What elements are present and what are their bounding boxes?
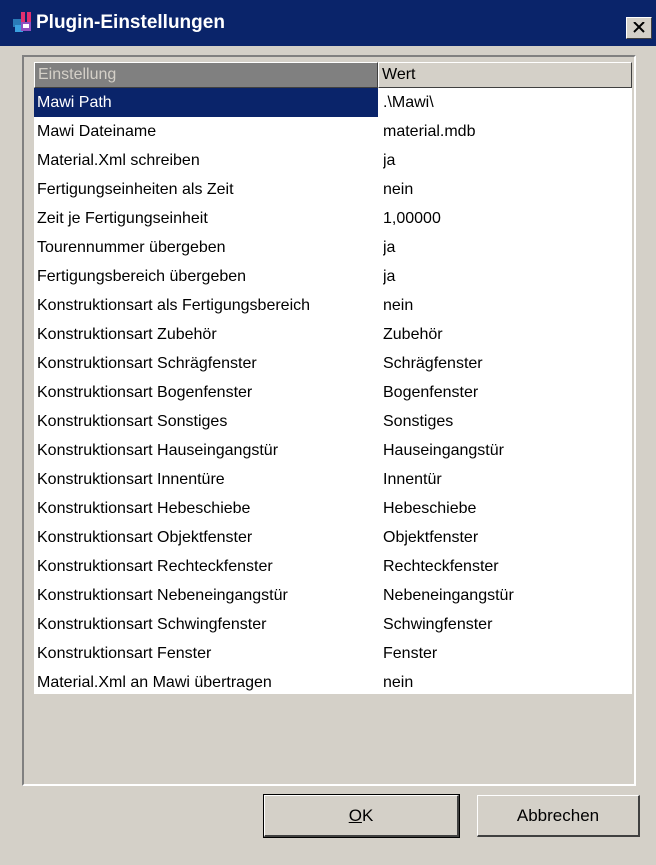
table-row[interactable]: Konstruktionsart Fenster Fenster bbox=[34, 639, 632, 668]
setting-name-cell[interactable]: Mawi Path bbox=[34, 88, 378, 117]
setting-name-cell[interactable]: Zeit je Fertigungseinheit bbox=[37, 204, 375, 233]
table-row[interactable]: Fertigungsbereich übergeben ja bbox=[34, 262, 632, 291]
setting-value-cell[interactable]: material.mdb bbox=[383, 117, 629, 146]
grid-rows: Mawi Path .\Mawi\ Mawi Dateiname material.m… bbox=[34, 88, 632, 697]
setting-name-cell[interactable]: Konstruktionsart Hebeschiebe bbox=[37, 494, 375, 523]
setting-name-cell[interactable]: Konstruktionsart Sonstiges bbox=[37, 407, 375, 436]
table-row[interactable]: Konstruktionsart Sonstiges Sonstiges bbox=[34, 407, 632, 436]
close-button[interactable] bbox=[626, 17, 652, 39]
table-row[interactable]: Konstruktionsart Schwingfenster Schwingfe… bbox=[34, 610, 632, 639]
table-row[interactable]: Material.Xml an Mawi übertragen nein bbox=[34, 668, 632, 697]
setting-value-cell[interactable]: Bogenfenster bbox=[383, 378, 629, 407]
setting-value-cell[interactable]: 1,00000 bbox=[383, 204, 629, 233]
setting-value-cell[interactable]: nein bbox=[383, 175, 629, 204]
plugin-app-icon bbox=[13, 12, 31, 32]
setting-value-cell[interactable]: Hauseingangstür bbox=[383, 436, 629, 465]
setting-name-cell[interactable]: Konstruktionsart Schwingfenster bbox=[37, 610, 375, 639]
setting-name-cell[interactable]: Material.Xml an Mawi übertragen bbox=[37, 668, 375, 697]
ok-mnemonic: O bbox=[348, 806, 362, 825]
setting-name-cell[interactable]: Konstruktionsart Schrägfenster bbox=[37, 349, 375, 378]
table-row[interactable]: Konstruktionsart Hebeschiebe Hebeschiebe bbox=[34, 494, 632, 523]
table-row[interactable]: Konstruktionsart Objektfenster Objektfens… bbox=[34, 523, 632, 552]
setting-name-cell[interactable]: Mawi Dateiname bbox=[37, 117, 375, 146]
setting-value-cell[interactable]: Innentür bbox=[383, 465, 629, 494]
setting-value-cell[interactable]: Hebeschiebe bbox=[383, 494, 629, 523]
close-x-icon bbox=[633, 22, 645, 33]
setting-name-cell[interactable]: Material.Xml schreiben bbox=[37, 146, 375, 175]
setting-value-cell[interactable]: ja bbox=[383, 233, 629, 262]
table-row[interactable]: Mawi Path .\Mawi\ bbox=[34, 88, 632, 117]
setting-name-cell[interactable]: Fertigungseinheiten als Zeit bbox=[37, 175, 375, 204]
setting-value-cell[interactable]: .\Mawi\ bbox=[383, 88, 629, 117]
setting-value-cell[interactable]: Schwingfenster bbox=[383, 610, 629, 639]
setting-name-cell[interactable]: Fertigungsbereich übergeben bbox=[37, 262, 375, 291]
setting-name-cell[interactable]: Konstruktionsart Nebeneingangstür bbox=[37, 581, 375, 610]
setting-value-cell[interactable]: Objektfenster bbox=[383, 523, 629, 552]
table-row[interactable]: Fertigungseinheiten als Zeit nein bbox=[34, 175, 632, 204]
setting-name-cell[interactable]: Konstruktionsart Fenster bbox=[37, 639, 375, 668]
column-header-setting[interactable]: Einstellung bbox=[34, 62, 378, 88]
table-row[interactable]: Konstruktionsart Zubehör Zubehör bbox=[34, 320, 632, 349]
settings-grid[interactable]: Einstellung Wert Mawi Path .\Mawi\ Mawi Da… bbox=[34, 62, 632, 694]
setting-name-cell[interactable]: Konstruktionsart Zubehör bbox=[37, 320, 375, 349]
setting-value-cell[interactable]: Zubehör bbox=[383, 320, 629, 349]
table-row[interactable]: Konstruktionsart Rechteckfenster Rechteck… bbox=[34, 552, 632, 581]
table-row[interactable]: Konstruktionsart Schrägfenster Schrägfens… bbox=[34, 349, 632, 378]
grid-header: Einstellung Wert bbox=[34, 62, 632, 88]
table-row[interactable]: Konstruktionsart Hauseingangstür Hauseing… bbox=[34, 436, 632, 465]
setting-name-cell[interactable]: Konstruktionsart Rechteckfenster bbox=[37, 552, 375, 581]
setting-name-cell[interactable]: Tourennummer übergeben bbox=[37, 233, 375, 262]
table-row[interactable]: Konstruktionsart Bogenfenster Bogenfenste… bbox=[34, 378, 632, 407]
table-row[interactable]: Konstruktionsart Nebeneingangstür Nebenei… bbox=[34, 581, 632, 610]
ok-button[interactable]: OK bbox=[263, 794, 460, 838]
setting-value-cell[interactable]: nein bbox=[383, 668, 629, 697]
column-header-value[interactable]: Wert bbox=[378, 62, 632, 88]
setting-value-cell[interactable]: Fenster bbox=[383, 639, 629, 668]
table-row[interactable]: Material.Xml schreiben ja bbox=[34, 146, 632, 175]
table-row[interactable]: Konstruktionsart als Fertigungsbereich ne… bbox=[34, 291, 632, 320]
ok-label-rest: K bbox=[361, 806, 374, 825]
setting-value-cell[interactable]: Schrägfenster bbox=[383, 349, 629, 378]
button-bar: OK Abbrechen bbox=[0, 794, 656, 865]
table-row[interactable]: Tourennummer übergeben ja bbox=[34, 233, 632, 262]
setting-value-cell[interactable]: nein bbox=[383, 291, 629, 320]
setting-name-cell[interactable]: Konstruktionsart Hauseingangstür bbox=[37, 436, 375, 465]
setting-value-cell[interactable]: Nebeneingangstür bbox=[383, 581, 629, 610]
setting-value-cell[interactable]: Sonstiges bbox=[383, 407, 629, 436]
setting-name-cell[interactable]: Konstruktionsart Bogenfenster bbox=[37, 378, 375, 407]
setting-value-cell[interactable]: ja bbox=[383, 146, 629, 175]
table-row[interactable]: Mawi Dateiname material.mdb bbox=[34, 117, 632, 146]
table-row[interactable]: Zeit je Fertigungseinheit 1,00000 bbox=[34, 204, 632, 233]
setting-name-cell[interactable]: Konstruktionsart als Fertigungsbereich bbox=[37, 291, 375, 320]
table-row[interactable]: Konstruktionsart Innentüre Innentür bbox=[34, 465, 632, 494]
settings-grid-frame: Einstellung Wert Mawi Path .\Mawi\ Mawi Da… bbox=[22, 55, 636, 786]
setting-value-cell[interactable]: Rechteckfenster bbox=[383, 552, 629, 581]
setting-name-cell[interactable]: Konstruktionsart Objektfenster bbox=[37, 523, 375, 552]
window-title: Plugin-Einstellungen bbox=[36, 12, 225, 33]
setting-value-cell[interactable]: ja bbox=[383, 262, 629, 291]
title-bar[interactable]: Plugin-Einstellungen bbox=[0, 0, 656, 46]
plugin-settings-dialog: Plugin-Einstellungen Einstellung Wert Ma… bbox=[0, 0, 656, 865]
setting-name-cell[interactable]: Konstruktionsart Innentüre bbox=[37, 465, 375, 494]
cancel-button[interactable]: Abbrechen bbox=[477, 795, 640, 837]
